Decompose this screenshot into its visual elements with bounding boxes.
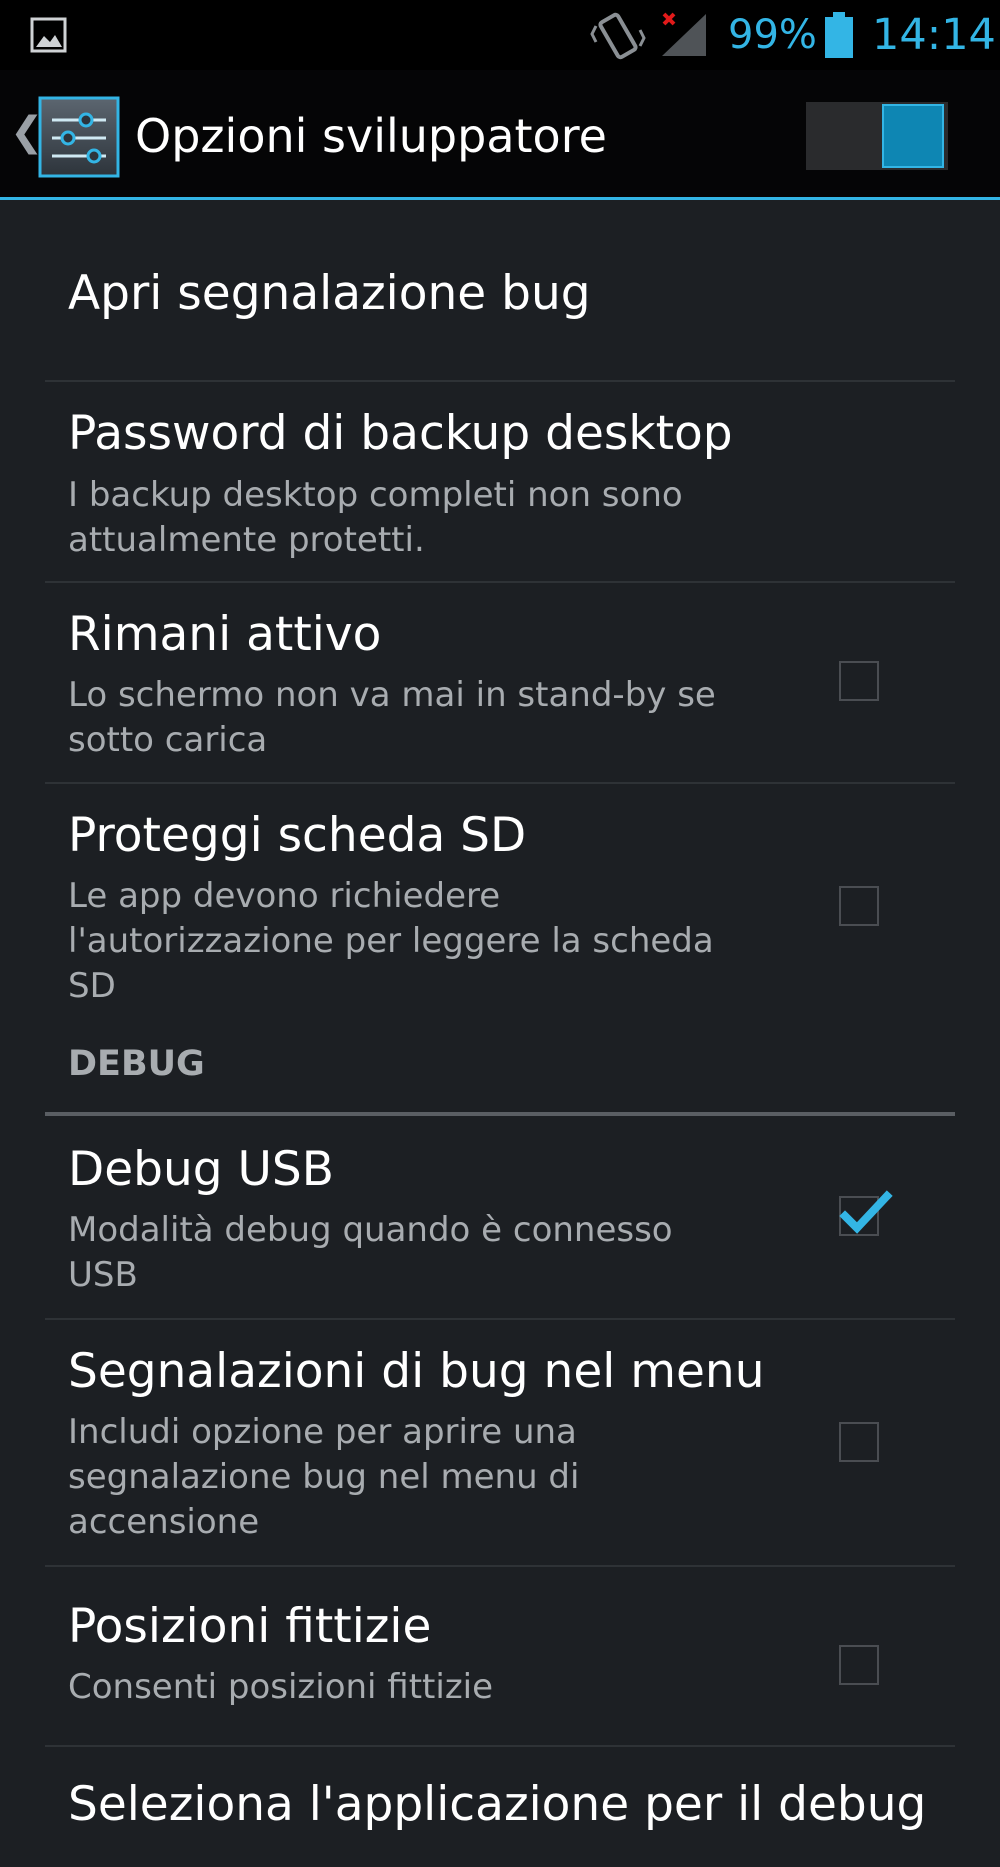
pref-title: Apri segnalazione bug — [68, 266, 591, 321]
pref-debug-app[interactable]: Seleziona l'applicazione per il debug — [45, 1747, 955, 1867]
pref-protect-sd[interactable]: Proteggi scheda SD Le app devono richied… — [45, 784, 955, 1034]
status-bar: 99% 14:14 — [0, 0, 1000, 70]
mock-locations-checkbox[interactable] — [839, 1645, 879, 1685]
pref-mock-locations[interactable]: Posizioni fittizie Consenti posizioni fi… — [45, 1567, 955, 1747]
pref-summary: Lo schermo non va mai in stand-by se sot… — [68, 675, 716, 760]
settings-sliders-icon[interactable] — [38, 96, 120, 178]
battery-percent: 99% — [728, 12, 817, 58]
pref-summary: Includi opzione per aprire una segnalazi… — [68, 1412, 580, 1542]
category-header-debug: DEBUG — [45, 1034, 955, 1116]
pref-title: Segnalazioni di bug nel menu d — [68, 1344, 778, 1399]
power-menu-bug-reports-checkbox[interactable] — [839, 1422, 879, 1462]
battery-icon — [825, 12, 853, 58]
vibrate-icon — [590, 12, 646, 60]
page-title: Opzioni sviluppatore — [135, 109, 607, 163]
pref-summary: Le app devono richiedere l'autorizzazion… — [68, 876, 714, 1006]
pref-title: Password di backup desktop — [68, 406, 733, 461]
pref-summary: Consenti posizioni fittizie — [68, 1667, 494, 1707]
action-bar: ❮ Opzioni sviluppatore — [0, 70, 1000, 200]
category-label: DEBUG — [68, 1044, 205, 1084]
usb-debugging-checkbox[interactable] — [839, 1190, 893, 1236]
signal-icon — [662, 12, 706, 56]
stay-awake-checkbox[interactable] — [839, 661, 879, 701]
pref-summary: Modalità debug quando è connesso USB — [68, 1210, 673, 1295]
pref-title: Rimani attivo — [68, 607, 382, 662]
clock: 14:14 — [872, 10, 996, 60]
checkmark-icon — [839, 1190, 893, 1234]
pref-power-menu-bug-reports[interactable]: Segnalazioni di bug nel menu d Includi o… — [45, 1320, 955, 1567]
pref-backup-password[interactable]: Password di backup desktop I backup desk… — [45, 382, 955, 583]
preference-list: Apri segnalazione bug Password di backup… — [0, 200, 1000, 1867]
pref-usb-debugging[interactable]: Debug USB Modalità debug quando è connes… — [45, 1116, 955, 1320]
protect-sd-checkbox[interactable] — [839, 886, 879, 926]
pref-stay-awake[interactable]: Rimani attivo Lo schermo non va mai in s… — [45, 583, 955, 784]
pref-title: Debug USB — [68, 1142, 334, 1197]
pref-summary: I backup desktop completi non sono attua… — [68, 475, 683, 560]
pref-title: Posizioni fittizie — [68, 1599, 432, 1654]
pref-title: Seleziona l'applicazione per il debug — [68, 1777, 927, 1832]
pref-title: Proteggi scheda SD — [68, 808, 527, 863]
pref-bug-report[interactable]: Apri segnalazione bug — [45, 200, 955, 382]
switch-thumb — [882, 104, 944, 168]
gallery-icon — [30, 17, 67, 53]
developer-options-switch[interactable] — [806, 102, 948, 170]
